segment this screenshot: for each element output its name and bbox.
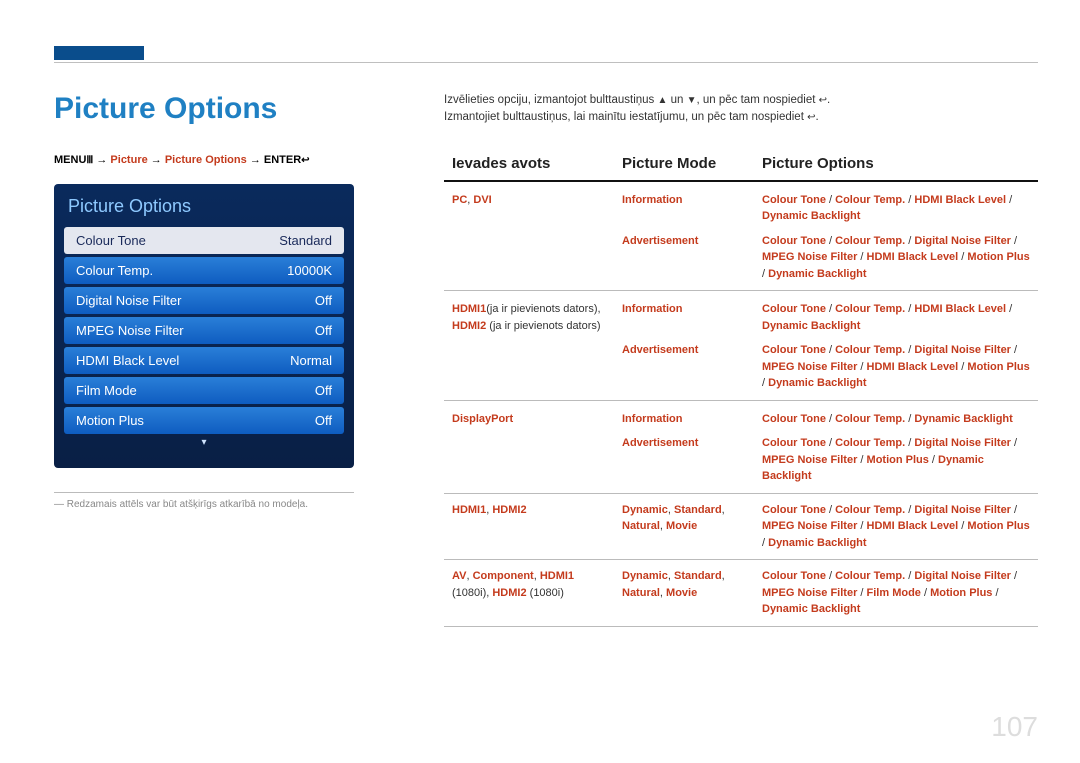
table-body: PC, DVIInformationColour Tone / Colour T… — [444, 181, 1038, 627]
osd-row-label: Digital Noise Filter — [76, 293, 181, 308]
page-number: 107 — [991, 711, 1038, 743]
cell-mode: Information — [614, 400, 754, 435]
page-title: Picture Options — [54, 92, 394, 126]
intro-text: Izvēlieties opciju, izmantojot bulttaust… — [444, 92, 1038, 127]
table-row: AdvertisementColour Tone / Colour Temp. … — [444, 342, 1038, 400]
cell-options: Colour Tone / Colour Temp. / Digital Noi… — [754, 233, 1038, 291]
table-row: HDMI1, HDMI2Dynamic, Standard, Natural, … — [444, 493, 1038, 560]
osd-row[interactable]: Colour Temp. 10000K — [64, 257, 344, 284]
table-row: DisplayPortInformationColour Tone / Colo… — [444, 400, 1038, 435]
cell-source: HDMI1, HDMI2 — [444, 493, 614, 560]
table-row: AdvertisementColour Tone / Colour Temp. … — [444, 233, 1038, 291]
osd-row-label: HDMI Black Level — [76, 353, 179, 368]
osd-row[interactable]: Colour Tone Standard — [64, 227, 344, 254]
osd-row-value: Off — [315, 383, 332, 398]
osd-row[interactable]: MPEG Noise Filter Off — [64, 317, 344, 344]
osd-row-value: Off — [315, 413, 332, 428]
osd-row-value: Off — [315, 323, 332, 338]
cell-options: Colour Tone / Colour Temp. / Digital Noi… — [754, 493, 1038, 560]
th-options: Picture Options — [754, 149, 1038, 181]
breadcrumb: MENUⅢ → Picture → Picture Options → ENTE… — [54, 154, 394, 166]
page-content: Picture Options MENUⅢ → Picture → Pictur… — [54, 92, 1038, 723]
osd-row-label: Colour Tone — [76, 233, 146, 248]
osd-title: Picture Options — [64, 196, 344, 217]
osd-row-label: Colour Temp. — [76, 263, 153, 278]
table-row: AV, Component, HDMI1 (1080i), HDMI2 (108… — [444, 560, 1038, 627]
table-row: AdvertisementColour Tone / Colour Temp. … — [444, 435, 1038, 493]
cell-source: AV, Component, HDMI1 (1080i), HDMI2 (108… — [444, 560, 614, 627]
cell-mode: Dynamic, Standard, Natural, Movie — [614, 493, 754, 560]
header-accent — [54, 46, 144, 60]
osd-row[interactable]: Motion Plus Off — [64, 407, 344, 434]
cell-options: Colour Tone / Colour Temp. / Digital Noi… — [754, 342, 1038, 400]
chevron-down-icon: ▾ — [64, 437, 344, 448]
osd-rows: Colour Tone Standard Colour Temp. 10000K Dig… — [64, 227, 344, 434]
header-rule — [54, 62, 1038, 63]
osd-row[interactable]: HDMI Black Level Normal — [64, 347, 344, 374]
table-row: HDMI1(ja ir pievienots dators), HDMI2 (j… — [444, 291, 1038, 343]
cell-source — [444, 342, 614, 400]
osd-row-value: Standard — [279, 233, 332, 248]
enter-icon: ↩ — [819, 95, 827, 106]
up-icon: ▲ — [658, 95, 668, 106]
cell-options: Colour Tone / Colour Temp. / Digital Noi… — [754, 560, 1038, 627]
osd-row-label: MPEG Noise Filter — [76, 323, 184, 338]
cell-mode: Advertisement — [614, 435, 754, 493]
osd-row-label: Motion Plus — [76, 413, 144, 428]
cell-mode: Information — [614, 181, 754, 233]
footnote: ― Redzamais attēls var būt atšķirīgs atk… — [54, 499, 394, 510]
enter-icon: ↩ — [301, 155, 309, 166]
osd-row[interactable]: Digital Noise Filter Off — [64, 287, 344, 314]
right-column: Izvēlieties opciju, izmantojot bulttaust… — [414, 92, 1038, 723]
cell-source: PC, DVI — [444, 181, 614, 233]
down-icon: ▼ — [687, 95, 697, 106]
th-source: Ievades avots — [444, 149, 614, 181]
cell-options: Colour Tone / Colour Temp. / HDMI Black … — [754, 181, 1038, 233]
options-table: Ievades avots Picture Mode Picture Optio… — [444, 149, 1038, 627]
footnote-rule — [54, 492, 354, 493]
cell-mode: Information — [614, 291, 754, 343]
cell-mode: Dynamic, Standard, Natural, Movie — [614, 560, 754, 627]
osd-row-value: Off — [315, 293, 332, 308]
cell-source: HDMI1(ja ir pievienots dators), HDMI2 (j… — [444, 291, 614, 343]
osd-row-label: Film Mode — [76, 383, 137, 398]
left-column: Picture Options MENUⅢ → Picture → Pictur… — [54, 92, 414, 723]
cell-source: DisplayPort — [444, 400, 614, 435]
osd-row-value: 10000K — [287, 263, 332, 278]
cell-options: Colour Tone / Colour Temp. / HDMI Black … — [754, 291, 1038, 343]
osd-row[interactable]: Film Mode Off — [64, 377, 344, 404]
cell-options: Colour Tone / Colour Temp. / Dynamic Bac… — [754, 400, 1038, 435]
menu-icon: Ⅲ — [86, 155, 93, 166]
cell-source — [444, 233, 614, 291]
table-row: PC, DVIInformationColour Tone / Colour T… — [444, 181, 1038, 233]
osd-panel: Picture Options Colour ToneStandardColou… — [54, 184, 354, 468]
cell-source — [444, 435, 614, 493]
th-mode: Picture Mode — [614, 149, 754, 181]
osd-row-value: Normal — [290, 353, 332, 368]
cell-mode: Advertisement — [614, 342, 754, 400]
cell-options: Colour Tone / Colour Temp. / Digital Noi… — [754, 435, 1038, 493]
cell-mode: Advertisement — [614, 233, 754, 291]
